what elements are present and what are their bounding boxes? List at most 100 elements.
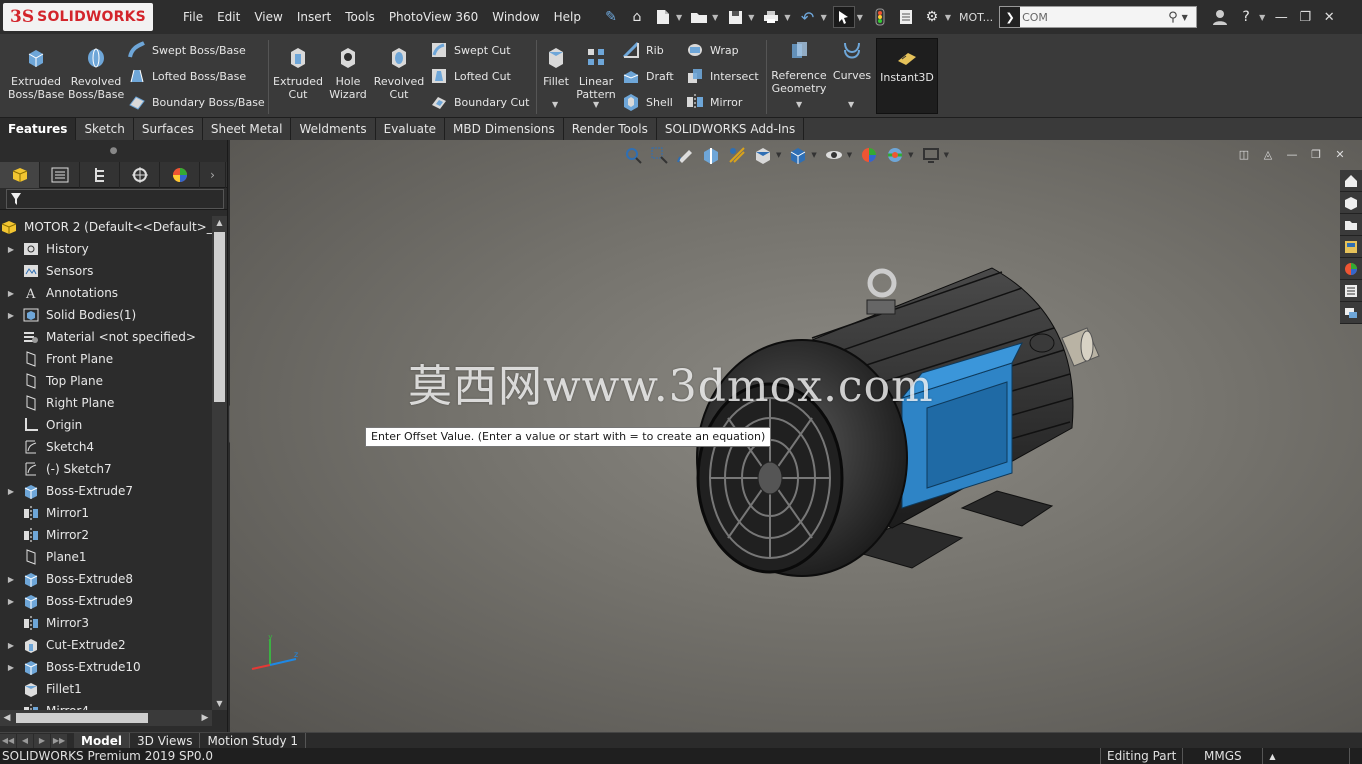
- tab-3d-views[interactable]: 3D Views: [130, 732, 201, 749]
- expand-arrow-icon[interactable]: ▶: [0, 289, 22, 298]
- user-account-icon[interactable]: [1209, 6, 1231, 28]
- tree-item[interactable]: ▶ Boss-Extrude10: [0, 656, 212, 678]
- configuration-manager-tab[interactable]: [80, 162, 120, 188]
- menu-window[interactable]: Window: [485, 10, 546, 24]
- view-settings-caret-icon[interactable]: ▼: [944, 151, 949, 159]
- file-properties-icon[interactable]: [895, 6, 917, 28]
- tree-horizontal-scrollbar[interactable]: ◀ ▶: [0, 710, 212, 726]
- undo-caret-icon[interactable]: ▼: [821, 13, 827, 22]
- shell-button[interactable]: Shell: [622, 91, 673, 113]
- print-caret-icon[interactable]: ▼: [784, 13, 790, 22]
- tab-sheet-metal[interactable]: Sheet Metal: [203, 118, 292, 140]
- reference-caret-icon[interactable]: ▼: [796, 100, 802, 109]
- fillet-button[interactable]: Fillet: [539, 46, 573, 88]
- tab-model[interactable]: Model: [74, 732, 131, 749]
- tab-sketch[interactable]: Sketch: [76, 118, 134, 140]
- restore-icon[interactable]: ❐: [1293, 10, 1317, 25]
- tree-root[interactable]: MOTOR 2 (Default<<Default>_Dis: [0, 216, 212, 238]
- linear-pattern-button[interactable]: Linear Pattern: [576, 46, 616, 101]
- home-icon[interactable]: ⌂: [626, 6, 648, 28]
- search-input[interactable]: [1022, 10, 1163, 24]
- view-orientation-caret-icon[interactable]: ▼: [776, 151, 781, 159]
- task-pane-resources-icon[interactable]: [1340, 192, 1362, 214]
- menu-view[interactable]: View: [247, 10, 289, 24]
- save-icon[interactable]: [724, 6, 746, 28]
- tree-item[interactable]: ▶ Boss-Extrude8: [0, 568, 212, 590]
- tree-item[interactable]: ▶ Boss-Extrude7: [0, 480, 212, 502]
- tab-evaluate[interactable]: Evaluate: [376, 118, 446, 140]
- menu-file[interactable]: File: [176, 10, 210, 24]
- apply-scene-icon[interactable]: [884, 145, 906, 165]
- menu-help[interactable]: Help: [547, 10, 588, 24]
- menu-photoview[interactable]: PhotoView 360: [382, 10, 485, 24]
- tab-surfaces[interactable]: Surfaces: [134, 118, 203, 140]
- curves-button[interactable]: Curves: [830, 40, 874, 82]
- pattern-caret-icon[interactable]: ▼: [593, 100, 599, 109]
- scroll-right-icon[interactable]: ▶: [198, 710, 212, 726]
- search-commands-box[interactable]: ❯ ⚲ ▼: [999, 6, 1198, 28]
- tree-item[interactable]: Sketch4: [0, 436, 212, 458]
- tab-render-tools[interactable]: Render Tools: [564, 118, 657, 140]
- help-icon[interactable]: ?: [1235, 6, 1257, 28]
- viewport-minimize-icon[interactable]: —: [1280, 148, 1304, 161]
- hide-show-items-icon[interactable]: [823, 145, 845, 165]
- pin-icon[interactable]: ✎: [600, 6, 622, 28]
- extruded-boss-button[interactable]: Extruded Boss/Base: [8, 46, 64, 101]
- select-icon[interactable]: [832, 6, 855, 28]
- task-pane-design-library-icon[interactable]: [1340, 214, 1362, 236]
- save-caret-icon[interactable]: ▼: [748, 13, 754, 22]
- tree-item[interactable]: ▶ Cut-Extrude2: [0, 634, 212, 656]
- swept-boss-button[interactable]: Swept Boss/Base: [128, 39, 246, 61]
- mirror-button[interactable]: Mirror: [686, 91, 742, 113]
- expand-arrow-icon[interactable]: ▶: [0, 663, 22, 672]
- curves-caret-icon[interactable]: ▼: [848, 100, 854, 109]
- close-icon[interactable]: ✕: [1317, 10, 1341, 25]
- tab-weldments[interactable]: Weldments: [291, 118, 376, 140]
- menu-insert[interactable]: Insert: [290, 10, 338, 24]
- scroll-down-icon[interactable]: ▼: [212, 699, 227, 708]
- panel-grip-icon[interactable]: ●: [0, 140, 227, 162]
- solidworks-logo[interactable]: 3S SOLIDWORKS: [0, 0, 156, 34]
- tree-item[interactable]: Material <not specified>: [0, 326, 212, 348]
- tree-item[interactable]: Right Plane: [0, 392, 212, 414]
- open-caret-icon[interactable]: ▼: [712, 13, 718, 22]
- extruded-cut-button[interactable]: Extruded Cut: [270, 46, 326, 101]
- viewport-collapse-left-icon[interactable]: ◫: [1232, 148, 1256, 161]
- property-manager-tab[interactable]: [40, 162, 80, 188]
- status-units-caret-icon[interactable]: ▲: [1262, 748, 1281, 764]
- rib-button[interactable]: Rib: [622, 39, 664, 61]
- tree-vertical-scrollbar[interactable]: ▲ ▼: [212, 216, 227, 710]
- expand-arrow-icon[interactable]: ▶: [0, 487, 22, 496]
- task-pane-forum-icon[interactable]: [1340, 302, 1362, 324]
- tree-item[interactable]: Mirror4: [0, 700, 212, 710]
- menu-tools[interactable]: Tools: [338, 10, 382, 24]
- intersect-button[interactable]: Intersect: [686, 65, 759, 87]
- panel-more-tab[interactable]: ›: [200, 162, 226, 188]
- new-caret-icon[interactable]: ▼: [676, 13, 682, 22]
- boundary-cut-button[interactable]: Boundary Cut: [430, 91, 529, 113]
- scroll-up-icon[interactable]: ▲: [212, 218, 227, 227]
- first-tab-icon[interactable]: ◀◀: [0, 733, 16, 748]
- help-caret-icon[interactable]: ▼: [1259, 13, 1265, 22]
- reference-geometry-button[interactable]: Reference Geometry: [770, 40, 828, 95]
- display-style-caret-icon[interactable]: ▼: [811, 151, 816, 159]
- view-settings-icon[interactable]: [920, 145, 942, 165]
- hide-show-caret-icon[interactable]: ▼: [847, 151, 852, 159]
- apply-scene-caret-icon[interactable]: ▼: [908, 151, 913, 159]
- revolved-cut-button[interactable]: Revolved Cut: [372, 46, 426, 101]
- hole-wizard-button[interactable]: Hole Wizard: [326, 46, 370, 101]
- minimize-icon[interactable]: —: [1269, 10, 1293, 25]
- menu-edit[interactable]: Edit: [210, 10, 247, 24]
- tree-item[interactable]: Mirror2: [0, 524, 212, 546]
- viewport-collapse-right-icon[interactable]: ◬: [1256, 148, 1280, 161]
- tree-item[interactable]: (-) Sketch7: [0, 458, 212, 480]
- select-caret-icon[interactable]: ▼: [857, 13, 863, 22]
- last-tab-icon[interactable]: ▶▶: [51, 733, 67, 748]
- rebuild-icon[interactable]: [869, 6, 891, 28]
- wrap-button[interactable]: Wrap: [686, 39, 739, 61]
- edit-appearance-icon[interactable]: [858, 145, 880, 165]
- expand-arrow-icon[interactable]: ▶: [0, 597, 22, 606]
- task-pane-appearances-icon[interactable]: [1340, 258, 1362, 280]
- tab-motion-study-1[interactable]: Motion Study 1: [200, 732, 307, 749]
- expand-arrow-icon[interactable]: ▶: [0, 575, 22, 584]
